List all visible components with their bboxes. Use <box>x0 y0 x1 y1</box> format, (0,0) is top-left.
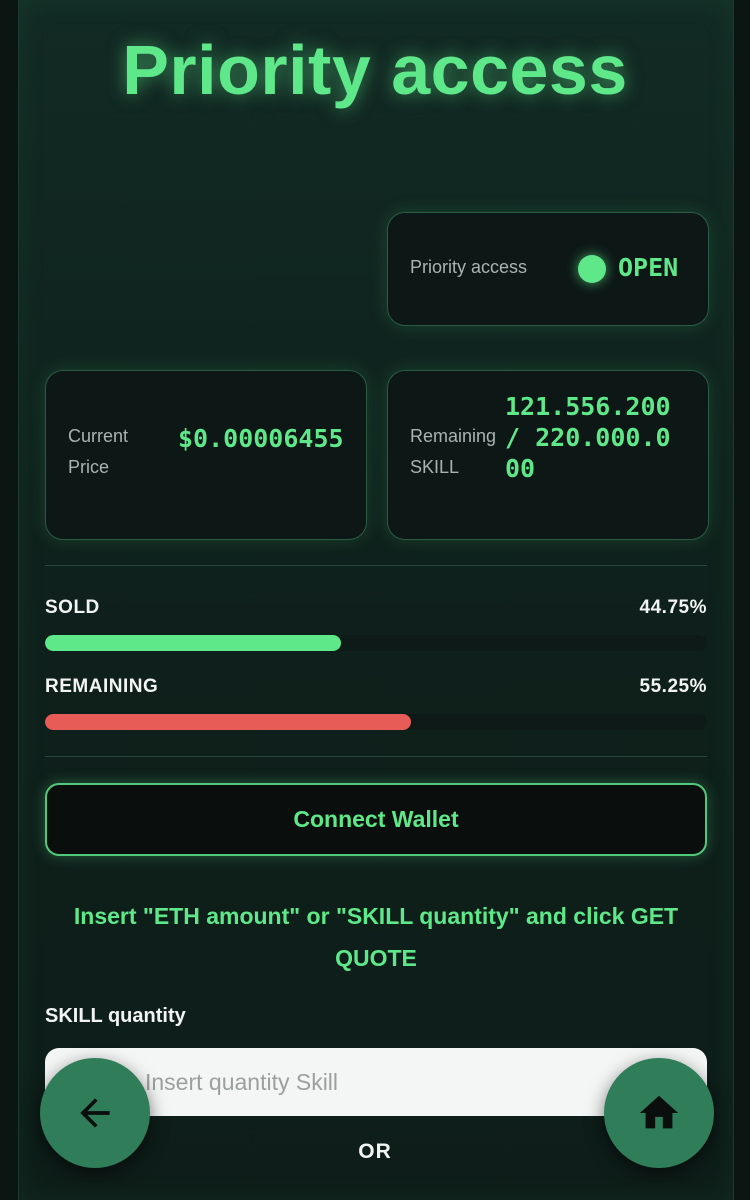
sold-percent: 44.75% <box>639 597 707 618</box>
back-button[interactable] <box>40 1058 150 1168</box>
page-title: Priority access <box>122 31 628 109</box>
status-dot-icon <box>578 255 606 283</box>
remaining-percent: 55.25% <box>639 676 707 697</box>
remaining-card: Remaining SKILL 121.556.200 / 220.000.00… <box>387 370 709 540</box>
remaining-progress-fill <box>45 714 411 730</box>
divider <box>45 565 707 566</box>
quantity-label: SKILL quantity <box>45 1005 186 1027</box>
price-label: Current Price <box>68 426 129 477</box>
remaining-value: 121.556.200 / 220.000.000 <box>505 392 671 483</box>
connect-wallet-button[interactable]: Connect Wallet <box>45 783 707 856</box>
home-button[interactable] <box>604 1058 714 1168</box>
remaining-progress-bar <box>45 714 707 730</box>
status-card: Priority access OPEN <box>387 212 709 326</box>
status-label: Priority access <box>410 257 528 277</box>
price-card: Current Price $0.00006455 <box>45 370 367 540</box>
remaining-label: Remaining SKILL <box>410 426 497 477</box>
remaining-progress-label: REMAINING <box>45 676 159 697</box>
divider <box>45 756 707 757</box>
sold-progress-bar <box>45 635 707 651</box>
sold-label: SOLD <box>45 597 100 618</box>
arrow-left-icon <box>80 1098 110 1128</box>
price-value: $0.00006455 <box>178 424 344 453</box>
home-icon <box>639 1095 679 1129</box>
instruction-text: Insert "ETH amount" or "SKILL quantity" … <box>73 903 679 971</box>
status-value: OPEN <box>618 253 679 282</box>
sold-progress-fill <box>45 635 342 651</box>
